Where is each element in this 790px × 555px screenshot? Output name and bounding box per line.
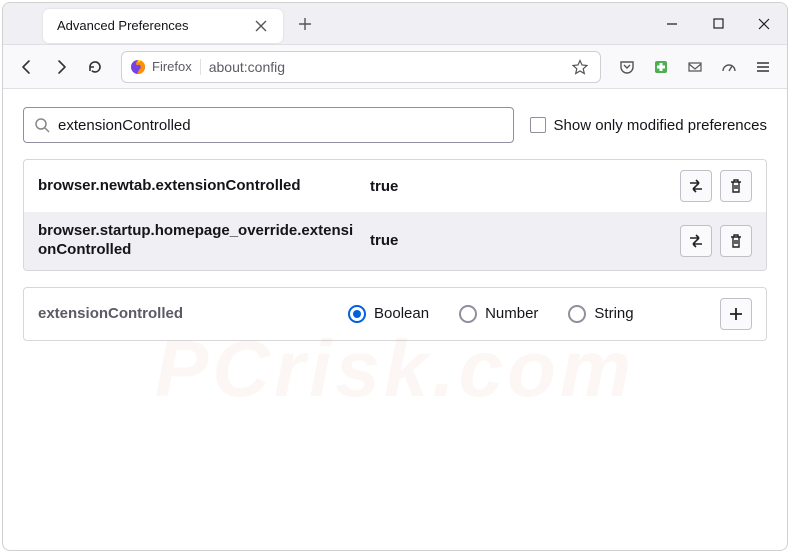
radio-label: Boolean	[374, 305, 429, 322]
pref-name: browser.startup.homepage_override.extens…	[38, 222, 358, 260]
type-radio-group: Boolean Number String	[348, 305, 708, 323]
identity-box[interactable]: Firefox	[130, 59, 201, 75]
pref-value: true	[370, 178, 668, 195]
content-area: Show only modified preferences browser.n…	[3, 89, 787, 359]
new-pref-row: extensionControlled Boolean Number Strin…	[23, 287, 767, 341]
pref-search-input[interactable]	[58, 117, 503, 134]
back-button[interactable]	[11, 51, 43, 83]
minimize-button[interactable]	[649, 3, 695, 45]
radio-icon	[348, 305, 366, 323]
type-radio-boolean[interactable]: Boolean	[348, 305, 429, 323]
forward-button[interactable]	[45, 51, 77, 83]
address-bar[interactable]: Firefox about:config	[121, 51, 601, 83]
pref-value: true	[370, 232, 668, 249]
url-text: about:config	[209, 59, 560, 75]
toggle-button[interactable]	[680, 225, 712, 257]
extension-button[interactable]	[645, 51, 677, 83]
new-pref-name: extensionControlled	[38, 305, 336, 322]
radio-icon	[459, 305, 477, 323]
radio-label: Number	[485, 305, 538, 322]
pref-row: browser.newtab.extensionControlled true	[24, 160, 766, 212]
toggle-button[interactable]	[680, 170, 712, 202]
close-window-button[interactable]	[741, 3, 787, 45]
title-bar: Advanced Preferences	[3, 3, 787, 45]
reload-button[interactable]	[79, 51, 111, 83]
prefs-table: browser.newtab.extensionControlled true …	[23, 159, 767, 271]
show-modified-label: Show only modified preferences	[554, 117, 767, 134]
close-tab-icon[interactable]	[249, 14, 273, 38]
radio-icon	[568, 305, 586, 323]
mail-button[interactable]	[679, 51, 711, 83]
add-button[interactable]	[720, 298, 752, 330]
tab-title: Advanced Preferences	[57, 18, 249, 33]
browser-tab[interactable]: Advanced Preferences	[43, 9, 283, 43]
show-modified-checkbox[interactable]	[530, 117, 546, 133]
delete-button[interactable]	[720, 225, 752, 257]
show-modified-checkbox-row[interactable]: Show only modified preferences	[530, 117, 767, 134]
delete-button[interactable]	[720, 170, 752, 202]
search-icon	[34, 117, 50, 133]
pocket-button[interactable]	[611, 51, 643, 83]
menu-button[interactable]	[747, 51, 779, 83]
bookmark-star-icon[interactable]	[568, 55, 592, 79]
pref-row: browser.startup.homepage_override.extens…	[24, 212, 766, 270]
window-controls	[649, 3, 787, 45]
new-tab-button[interactable]	[289, 8, 321, 40]
firefox-logo-icon	[130, 59, 146, 75]
type-radio-string[interactable]: String	[568, 305, 633, 323]
navigation-toolbar: Firefox about:config	[3, 45, 787, 89]
pref-search-box[interactable]	[23, 107, 514, 143]
maximize-button[interactable]	[695, 3, 741, 45]
type-radio-number[interactable]: Number	[459, 305, 538, 323]
identity-label: Firefox	[152, 59, 192, 74]
radio-label: String	[594, 305, 633, 322]
pref-name: browser.newtab.extensionControlled	[38, 177, 358, 196]
dashboard-button[interactable]	[713, 51, 745, 83]
